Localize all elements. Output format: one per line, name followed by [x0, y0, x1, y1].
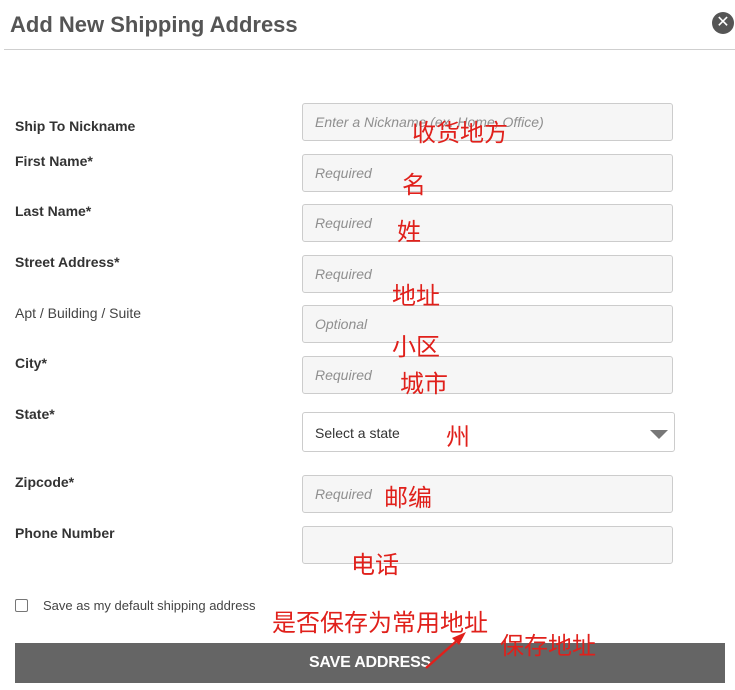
dialog-title: Add New Shipping Address	[10, 12, 298, 37]
annotation-default: 是否保存为常用地址	[272, 609, 488, 637]
chevron-down-icon[interactable]	[650, 430, 668, 439]
state-select[interactable]: Select a state	[302, 412, 675, 452]
first-name-label: First Name*	[15, 153, 93, 169]
phone-label: Phone Number	[15, 525, 115, 541]
last-name-label: Last Name*	[15, 203, 92, 219]
phone-input[interactable]	[302, 526, 673, 564]
zipcode-input[interactable]	[302, 475, 673, 513]
apt-input[interactable]	[302, 305, 673, 343]
default-address-checkbox[interactable]	[15, 599, 28, 612]
first-name-input[interactable]	[302, 154, 673, 192]
state-select-value: Select a state	[315, 425, 400, 441]
header-divider	[4, 49, 735, 50]
nickname-label: Ship To Nickname	[15, 118, 136, 134]
street-address-input[interactable]	[302, 255, 673, 293]
state-label: State*	[15, 406, 55, 422]
last-name-input[interactable]	[302, 204, 673, 242]
save-address-button[interactable]: SAVE ADDRESS	[15, 643, 725, 683]
street-address-label: Street Address*	[15, 254, 120, 270]
city-label: City*	[15, 355, 47, 371]
close-icon[interactable]: ✕	[712, 12, 734, 34]
apt-label: Apt / Building / Suite	[15, 305, 142, 321]
city-input[interactable]	[302, 356, 673, 394]
nickname-input[interactable]	[302, 103, 673, 141]
zipcode-label: Zipcode*	[15, 474, 75, 490]
default-address-label[interactable]: Save as my default shipping address	[43, 598, 255, 613]
